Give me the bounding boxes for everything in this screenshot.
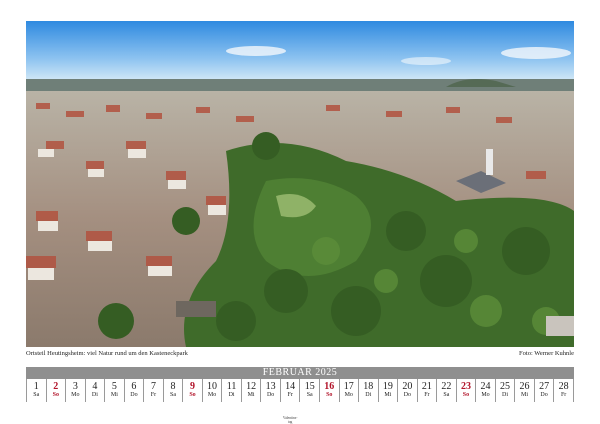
day-number: 21 bbox=[421, 381, 432, 392]
month-calendar: FEBRUAR 2025 1 Sa 2 So 3 Mo 4 Di 5 Mi 6 Do 7 Fr 8 Sa 9 So… bbox=[26, 367, 574, 424]
weekday-label: Mo bbox=[71, 392, 80, 398]
calendar-day: 18 Di bbox=[359, 379, 379, 402]
calendar-day: 4 Di bbox=[86, 379, 106, 402]
calendar-day: 1 Sa bbox=[26, 379, 47, 402]
calendar-day: 19 Mi bbox=[379, 379, 399, 402]
photo-credit: Foto: Werner Kuhnle bbox=[519, 350, 574, 357]
weekday-label: Fr bbox=[424, 392, 430, 398]
weekday-label: Sa bbox=[306, 392, 313, 398]
day-number: 22 bbox=[441, 381, 452, 392]
day-number: 5 bbox=[111, 381, 117, 392]
day-number: 3 bbox=[72, 381, 78, 392]
weekday-label: Di bbox=[502, 392, 509, 398]
weekday-label: Fr bbox=[560, 392, 567, 398]
weekday-label: Mo bbox=[344, 392, 353, 398]
calendar-day: 28 Fr bbox=[554, 379, 574, 402]
day-number: 2 bbox=[53, 381, 59, 392]
weekday-label: Sa bbox=[169, 392, 176, 398]
day-number: 18 bbox=[363, 381, 374, 392]
calendar-day: 24 Mo bbox=[476, 379, 496, 402]
weekday-label: Sa bbox=[443, 392, 450, 398]
calendar-day: 17 Mo bbox=[340, 379, 360, 402]
weekday-label: Sa bbox=[33, 392, 40, 398]
day-number: 1 bbox=[33, 381, 39, 392]
day-number: 26 bbox=[519, 381, 530, 392]
day-number: 27 bbox=[539, 381, 550, 392]
calendar-day: 26 Mi bbox=[515, 379, 535, 402]
calendar-day: 10 Mo bbox=[203, 379, 223, 402]
calendar-day: 6 Do bbox=[125, 379, 145, 402]
day-number: 7 bbox=[150, 381, 156, 392]
weekday-label: Mi bbox=[521, 392, 529, 398]
calendar-day: 23 So bbox=[457, 379, 477, 402]
weekday-label: Di bbox=[365, 392, 372, 398]
weekday-label: Mo bbox=[207, 392, 217, 398]
weekday-label: Di bbox=[228, 392, 235, 398]
weekday-label: Do bbox=[403, 392, 412, 398]
day-number: 25 bbox=[500, 381, 511, 392]
weekday-label: Fr bbox=[287, 392, 293, 398]
calendar-day: 20 Do bbox=[398, 379, 418, 402]
calendar-day: 25 Di bbox=[496, 379, 516, 402]
month-title: FEBRUAR 2025 bbox=[26, 367, 574, 379]
day-number: 16 bbox=[324, 381, 335, 392]
day-number: 15 bbox=[304, 381, 315, 392]
day-number: 28 bbox=[558, 381, 569, 392]
weekday-label: Do bbox=[540, 392, 548, 398]
calendar-day: 12 Mi bbox=[242, 379, 262, 402]
day-number: 12 bbox=[246, 381, 257, 392]
weekday-label: Mo bbox=[481, 392, 490, 398]
weekday-label: Fr bbox=[150, 392, 157, 398]
calendar-day: 27 Do bbox=[535, 379, 555, 402]
weekday-label: So bbox=[326, 392, 333, 398]
aerial-town-photo bbox=[26, 21, 574, 347]
day-number: 24 bbox=[480, 381, 491, 392]
calendar-day: 3 Mo bbox=[66, 379, 86, 402]
day-number: 4 bbox=[92, 381, 98, 392]
calendar-day: 7 Fr bbox=[144, 379, 164, 402]
day-number: 13 bbox=[265, 381, 276, 392]
weekday-label: Do bbox=[266, 392, 275, 398]
calendar-day: 21 Fr bbox=[418, 379, 438, 402]
day-number: 14 bbox=[285, 381, 296, 392]
weekday-label: Mi bbox=[384, 392, 392, 398]
weekday-label: So bbox=[189, 392, 196, 398]
calendar-day: 5 Mi bbox=[105, 379, 125, 402]
calendar-day: 2 So bbox=[47, 379, 67, 402]
day-number: 6 bbox=[131, 381, 137, 392]
weekday-label: Mi bbox=[247, 392, 255, 398]
day-number: 9 bbox=[190, 381, 196, 392]
holiday-note: Valentins-tag bbox=[282, 416, 298, 424]
calendar-day: 14 Fr Valentins-tag bbox=[281, 379, 301, 424]
days-row: 1 Sa 2 So 3 Mo 4 Di 5 Mi 6 Do 7 Fr 8 Sa 9 So 10 Mo 11 Di 12 Mi 1… bbox=[26, 379, 574, 424]
weekday-label: So bbox=[462, 392, 470, 398]
day-number: 11 bbox=[226, 381, 237, 392]
calendar-day: 15 Sa bbox=[300, 379, 320, 402]
day-number: 23 bbox=[460, 381, 471, 392]
day-number: 10 bbox=[207, 381, 218, 392]
calendar-day: 22 Sa bbox=[437, 379, 457, 402]
day-number: 8 bbox=[170, 381, 176, 392]
calendar-day: 8 Sa bbox=[164, 379, 184, 402]
day-number: 19 bbox=[382, 381, 393, 392]
weekday-label: Mi bbox=[110, 392, 118, 398]
weekday-label: Do bbox=[130, 392, 138, 398]
calendar-day: 16 So bbox=[320, 379, 340, 402]
calendar-day: 13 Do bbox=[261, 379, 281, 402]
weekday-label: Di bbox=[91, 392, 98, 398]
calendar-day: 11 Di bbox=[222, 379, 242, 402]
weekday-label: So bbox=[52, 392, 59, 398]
photo-caption: Ortsteil Heutingsheim: viel Natur rund u… bbox=[26, 350, 188, 357]
day-number: 20 bbox=[402, 381, 413, 392]
calendar-day: 9 So bbox=[183, 379, 203, 402]
day-number: 17 bbox=[343, 381, 354, 392]
